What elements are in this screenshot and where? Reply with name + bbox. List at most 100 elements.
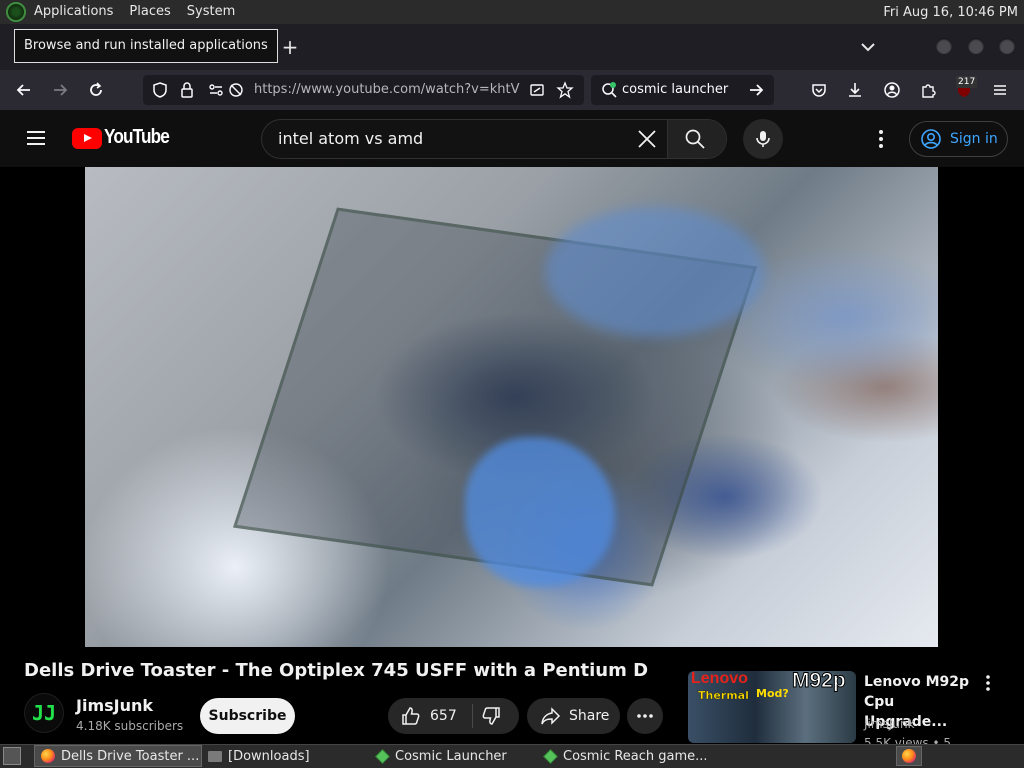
account-button[interactable] (880, 78, 904, 102)
hamburger-menu-icon (994, 85, 1006, 95)
taskbar-item-cosmic-launcher[interactable]: Cosmic Launcher (370, 745, 538, 767)
permissions-icon (209, 84, 223, 96)
taskbar-item-label: Cosmic Reach game... (563, 748, 706, 764)
firefox-icon (41, 749, 55, 763)
applications-menu[interactable]: Applications (26, 0, 121, 24)
search-go-button[interactable] (744, 78, 768, 102)
bookmark-star-button[interactable] (553, 78, 577, 102)
recommended-video-menu-button[interactable] (978, 673, 998, 693)
download-icon (849, 83, 861, 97)
back-button[interactable] (12, 78, 36, 102)
clear-search-button[interactable] (636, 128, 658, 150)
reader-view-button[interactable] (525, 78, 549, 102)
app-menu-logo-icon[interactable] (6, 2, 26, 22)
downloads-button[interactable] (843, 78, 867, 102)
extensions-button[interactable] (916, 78, 940, 102)
arrow-right-icon (750, 84, 764, 96)
youtube-settings-button[interactable] (870, 128, 892, 150)
video-player[interactable] (85, 167, 938, 647)
forward-button[interactable] (48, 78, 72, 102)
video-frame-glove-top (545, 207, 765, 337)
share-label: Share (569, 708, 610, 724)
thumbnail-thermal-text: Thermal (698, 689, 749, 702)
puzzle-icon (922, 84, 936, 98)
search-submit-icon-wrap[interactable] (684, 128, 706, 150)
url-text[interactable]: https://www.youtube.com/watch?v=khtVl... (254, 75, 520, 105)
reader-view-icon (530, 84, 544, 96)
folder-icon (208, 750, 222, 762)
thumbs-up-icon (402, 707, 420, 725)
autoplay-blocked-icon (229, 83, 243, 97)
channel-name[interactable]: JimsJunk (76, 696, 153, 715)
taskbar-item-cosmic-reach[interactable]: Cosmic Reach game... (538, 745, 706, 767)
like-count: 657 (430, 708, 457, 724)
share-arrow-icon (541, 707, 561, 725)
lock-icon (181, 82, 193, 98)
cube-icon (375, 748, 390, 764)
thumbs-down-icon (482, 707, 500, 725)
workspace-switcher[interactable] (896, 746, 922, 766)
arrow-right-icon (54, 84, 68, 96)
recommended-video-channel[interactable]: JimsJunk (864, 717, 915, 731)
youtube-logo-icon[interactable] (72, 128, 102, 149)
autoplay-blocked-button[interactable] (224, 78, 248, 102)
thumbnail-brand-text: Lenovo (691, 671, 748, 687)
pocket-icon (812, 84, 826, 97)
search-bar-text[interactable]: cosmic launcher (622, 75, 728, 105)
account-circle-icon (921, 129, 941, 149)
new-tab-button[interactable]: + (278, 34, 302, 60)
cube-icon (543, 748, 558, 764)
reload-icon (90, 82, 102, 96)
reload-button[interactable] (84, 78, 108, 102)
search-icon (685, 129, 705, 149)
chevron-down-icon (861, 43, 875, 52)
taskbar-item-downloads[interactable]: [Downloads] (202, 745, 370, 767)
subscriber-count: 4.18K subscribers (76, 719, 184, 733)
tooltip: Browse and run installed applications (14, 29, 278, 63)
search-icon (602, 82, 617, 98)
close-window-button[interactable] (999, 38, 1015, 54)
maximize-window-button[interactable] (968, 38, 984, 54)
taskbar-item-label: Cosmic Launcher (395, 748, 507, 764)
voice-search-button[interactable] (743, 119, 783, 159)
youtube-search-query[interactable]: intel atom vs amd (278, 119, 423, 159)
system-menu[interactable]: System (179, 0, 243, 24)
extension-badge: 217 (956, 76, 978, 88)
sign-in-button[interactable]: Sign in (909, 121, 1008, 157)
show-desktop-icon[interactable] (3, 747, 21, 765)
pocket-button[interactable] (807, 78, 831, 102)
subscribe-button[interactable]: Subscribe (200, 698, 295, 734)
like-dislike-divider (472, 704, 473, 728)
vertical-dots-icon (986, 675, 990, 691)
channel-avatar[interactable]: JJ (24, 693, 64, 733)
account-icon (884, 82, 900, 98)
horizontal-dots-icon (637, 714, 653, 718)
taskbar-item-label: Dells Drive Toaster ... (61, 748, 200, 764)
youtube-guide-button[interactable] (24, 126, 48, 150)
list-all-tabs-button[interactable] (856, 36, 880, 58)
share-button[interactable]: Share (527, 698, 620, 734)
firefox-icon (902, 749, 916, 763)
star-icon (556, 81, 574, 99)
sign-in-label: Sign in (950, 131, 998, 147)
thumbnail-mod-text: Mod? (756, 687, 789, 700)
dislike-button[interactable] (480, 705, 502, 727)
taskbar-item-firefox[interactable]: Dells Drive Toaster ... (34, 745, 202, 767)
site-info-button[interactable] (175, 78, 199, 102)
recommended-video-thumbnail[interactable]: Lenovo M92p Thermal Mod? (688, 671, 856, 743)
thumbnail-model-text: M92p (792, 671, 847, 693)
close-icon (638, 130, 656, 148)
minimize-window-button[interactable] (936, 38, 952, 54)
places-menu[interactable]: Places (121, 0, 178, 24)
top-panel: Applications Places System Fri Aug 16, 1… (0, 0, 1024, 24)
tracking-protection-button[interactable] (148, 78, 172, 102)
vertical-dots-icon (879, 130, 883, 148)
hamburger-menu-icon (27, 131, 45, 145)
more-actions-button[interactable] (627, 698, 663, 734)
search-engine-button[interactable] (597, 78, 621, 102)
shield-icon (153, 82, 167, 98)
arrow-left-icon (16, 84, 30, 96)
clock[interactable]: Fri Aug 16, 10:46 PM (883, 5, 1024, 20)
app-menu-button[interactable] (988, 78, 1012, 102)
youtube-logo-text[interactable]: YouTube (104, 126, 170, 149)
